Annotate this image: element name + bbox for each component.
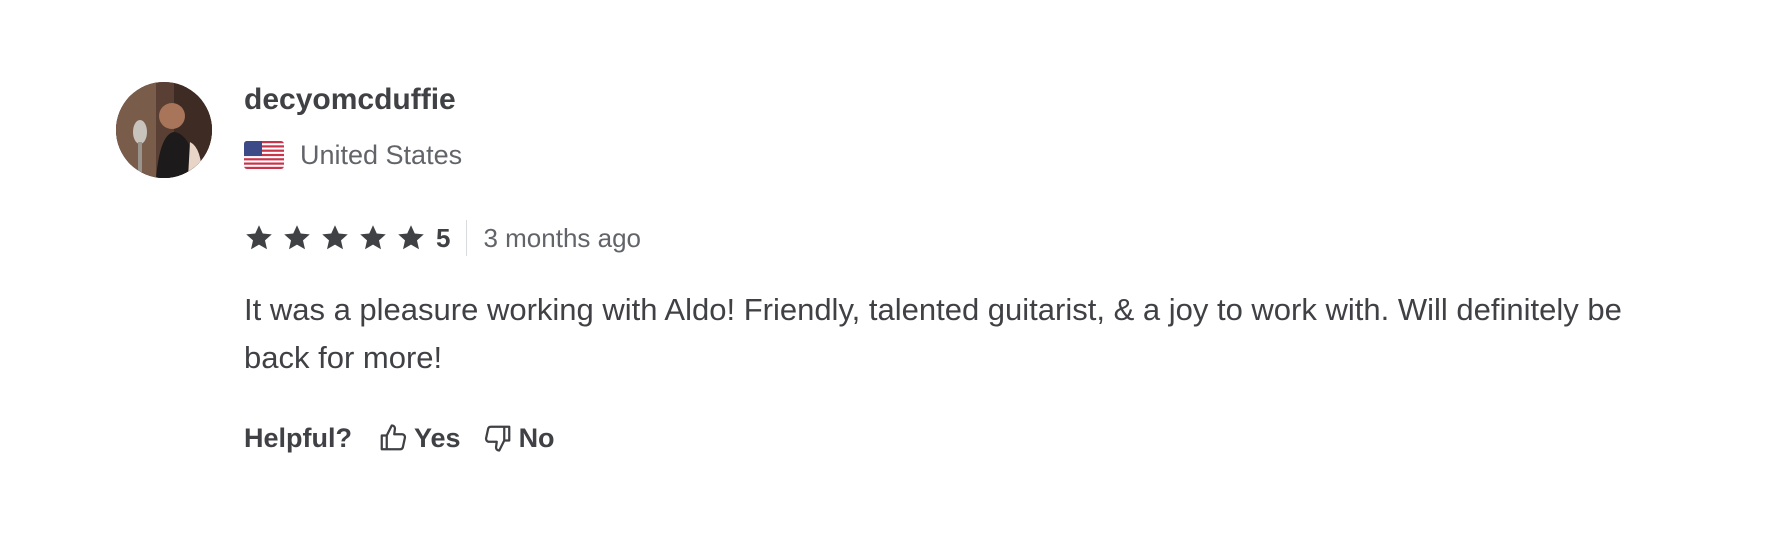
reviewer-country: United States	[300, 140, 463, 170]
helpful-yes-label: Yes	[414, 422, 461, 453]
review-content: decyomcduffie United States 5 3 months a…	[244, 82, 1664, 456]
avatar[interactable]	[116, 82, 212, 178]
star-icon	[398, 225, 424, 250]
helpful-no-button[interactable]: No	[483, 423, 555, 454]
rating-score: 5	[436, 222, 451, 253]
helpful-row: Helpful? Yes No	[244, 420, 1664, 456]
avatar-image	[116, 82, 212, 178]
rating-row: 5 3 months ago	[244, 220, 1664, 256]
thumbs-up-icon	[380, 424, 407, 451]
review-time: 3 months ago	[483, 222, 642, 253]
review-text: It was a pleasure working with Aldo! Fri…	[244, 292, 1622, 375]
helpful-yes-button[interactable]: Yes	[378, 423, 461, 454]
star-rating	[244, 223, 434, 253]
rating-divider	[466, 220, 468, 256]
reviewer-location: United States	[244, 140, 1664, 170]
star-icon	[360, 225, 386, 250]
reviewer-username[interactable]: decyomcduffie	[244, 82, 1664, 118]
thumbs-down-icon	[484, 425, 510, 452]
star-icon	[284, 225, 310, 250]
star-icon	[322, 225, 348, 250]
helpful-label: Helpful?	[244, 422, 352, 453]
us-flag-icon	[244, 141, 284, 169]
helpful-no-label: No	[518, 422, 555, 453]
star-icon	[246, 225, 272, 250]
